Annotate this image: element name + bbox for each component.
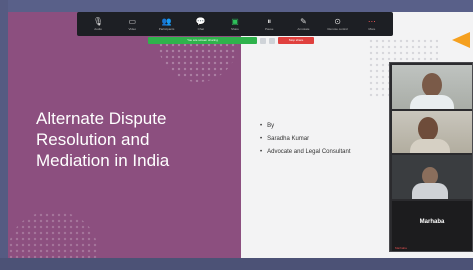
share-screen-icon: ▣	[231, 16, 239, 26]
remote-control-label: Remote control	[327, 26, 348, 31]
audio-label: Audio	[94, 26, 102, 31]
participant-name-tag: Marhaba	[395, 246, 407, 250]
share-options-icon[interactable]	[269, 37, 275, 44]
microphone-icon: 🎙	[93, 16, 104, 26]
slide-title-panel: Alternate Dispute Resolution and Mediati…	[8, 12, 241, 258]
annotate-label: Annotate	[297, 26, 310, 31]
bullet-item: Saradha Kumar	[260, 133, 351, 146]
participant-body	[410, 139, 450, 153]
participant-avatar	[422, 73, 442, 97]
frame-left	[0, 0, 8, 270]
share-button[interactable]: ▣ Share	[220, 13, 250, 35]
sharing-status-pill[interactable]: You are screen sharing	[148, 37, 257, 44]
annotate-button[interactable]: ✎ Annotate	[288, 13, 318, 35]
more-label: More	[368, 26, 376, 31]
annotate-icon: ✎	[300, 16, 307, 26]
pause-label: Pause	[264, 26, 274, 31]
bullet-item: By	[260, 120, 351, 133]
participant-display-name: Marhaba	[419, 219, 445, 225]
slide-bullets: By Saradha Kumar Advocate and Legal Cons…	[260, 120, 351, 159]
chat-label: Chat	[197, 26, 204, 31]
more-icon: ⋯	[367, 16, 376, 26]
remote-control-icon: ⊙	[334, 16, 341, 26]
participant-body	[412, 183, 448, 199]
pause-share-icon[interactable]	[260, 37, 266, 44]
participant-avatar	[418, 117, 438, 141]
share-label: Share	[230, 26, 239, 31]
bullet-item: Advocate and Legal Consultant	[260, 146, 350, 159]
video-label: Video	[128, 26, 137, 31]
audio-button[interactable]: 🎙 Audio	[83, 13, 113, 35]
screen-share-status-bar: You are screen sharing Stop share	[148, 37, 314, 44]
participants-button[interactable]: 👥 Participants	[152, 13, 182, 35]
more-button[interactable]: ⋯ More	[357, 13, 387, 35]
participant-gallery: Marhaba Marhaba	[389, 62, 473, 252]
slide-title: Alternate Dispute Resolution and Mediati…	[36, 109, 170, 170]
pointer-arrow-icon	[452, 32, 470, 48]
frame-top	[0, 0, 473, 12]
participants-label: Participants	[158, 26, 175, 31]
pause-button[interactable]: ⏸ Pause	[254, 13, 284, 35]
chat-button[interactable]: 💬 Chat	[186, 13, 216, 35]
participant-video-tile[interactable]	[392, 111, 472, 153]
participants-icon: 👥	[161, 16, 172, 26]
remote-control-button[interactable]: ⊙ Remote control	[323, 13, 353, 35]
chat-icon: 💬	[195, 16, 206, 26]
video-button[interactable]: ▭ Video	[117, 13, 147, 35]
stop-share-button[interactable]: Stop share	[278, 37, 314, 44]
participant-body	[410, 95, 454, 109]
participant-name-tile[interactable]: Marhaba Marhaba	[392, 201, 472, 251]
video-camera-icon: ▭	[128, 16, 137, 26]
participant-video-tile[interactable]	[392, 65, 472, 109]
participant-video-tile[interactable]	[392, 155, 472, 199]
meeting-toolbar: 🎙 Audio ▭ Video 👥 Participants 💬 Chat ▣ …	[77, 12, 393, 36]
decorative-dots	[8, 212, 98, 258]
frame-bottom	[0, 258, 473, 270]
pause-icon: ⏸	[267, 16, 272, 26]
